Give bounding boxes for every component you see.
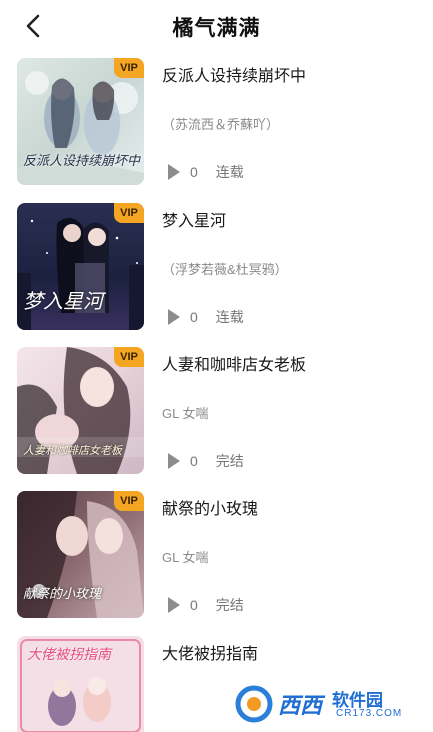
list-item[interactable]: VIP 人妻和咖啡店女老板 人妻和咖啡店女老板 GL 女喘 0 完结 [0,347,433,477]
album-title[interactable]: 大佬被拐指南 [162,640,258,664]
play-count-icon [168,309,180,325]
play-count: 0 [190,164,198,180]
play-count-icon [168,453,180,469]
cover-title: 梦入星河 [23,289,103,313]
cover-title: 大佬被拐指南 [27,647,111,663]
play-count-icon [168,164,180,180]
cover-image: VIP 梦入星河 [17,203,144,330]
vip-badge: VIP [114,203,144,223]
cover-image: 大佬被拐指南 [17,636,144,732]
cover-title: 人妻和咖啡店女老板 [23,444,122,457]
album-stats: 0 连载 [168,307,244,327]
album-stats: 0 连载 [168,162,244,182]
cover-image: VIP 人妻和咖啡店女老板 [17,347,144,474]
list-item[interactable]: VIP 献祭的小玫瑰 献祭的小玫瑰 GL 女喘 0 完结 [0,491,433,621]
page-title: 橘气满满 [172,17,261,40]
watermark-site: CR173.COM [336,708,403,719]
watermark-brand: 西西 [278,693,323,718]
album-tags: GL 女喘 [162,406,209,421]
play-count: 0 [190,597,198,613]
album-title[interactable]: 梦入星河 [162,207,226,231]
vip-badge: VIP [114,347,144,367]
album-authors: （苏流西＆乔蘇吖） [162,117,280,132]
vip-badge: VIP [114,491,144,511]
list-item[interactable]: VIP 反派人设持续崩坏中 反派人设持续崩坏中 （苏流西＆乔蘇吖） 0 连载 [0,58,433,188]
album-title[interactable]: 人妻和咖啡店女老板 [162,351,306,375]
play-count: 0 [190,453,198,469]
status-label: 连载 [215,164,244,180]
vip-badge: VIP [114,58,144,78]
cover-title: 献祭的小玫瑰 [23,587,102,602]
album-title[interactable]: 献祭的小玫瑰 [162,495,258,519]
play-count: 0 [190,309,198,325]
top-bar: 橘气满满 [0,0,433,52]
cover-image: VIP 献祭的小玫瑰 [17,491,144,618]
list-item[interactable]: VIP 梦入星河 梦入星河 （浮梦若薇&杜冥鸦） 0 连载 [0,203,433,333]
album-authors: （浮梦若薇&杜冥鸦） [162,262,288,277]
status-label: 连载 [215,309,244,325]
album-stats: 0 完结 [168,595,244,615]
album-tags: GL 女喘 [162,550,209,565]
cover-image: VIP 反派人设持续崩坏中 [17,58,144,185]
play-count-icon [168,597,180,613]
status-label: 完结 [215,597,244,613]
album-title[interactable]: 反派人设持续崩坏中 [162,62,306,86]
album-stats: 0 完结 [168,451,244,471]
site-watermark: 西西 软件园 CR173.COM [232,682,418,726]
status-label: 完结 [215,453,244,469]
cover-title: 反派人设持续崩坏中 [23,154,141,169]
